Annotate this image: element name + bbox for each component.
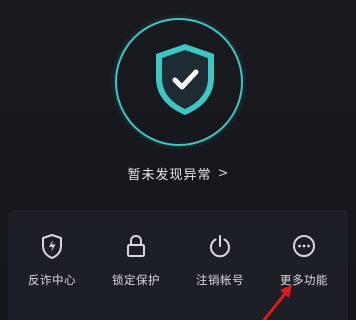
annotation-arrow-icon	[258, 284, 298, 320]
tool-label: 反诈中心	[28, 273, 76, 287]
tool-anti-fraud-center[interactable]: 反诈中心	[14, 232, 90, 288]
security-screen: 暂未发现异常 > 反诈中心 锁定保护 注销帐号 更多功能	[0, 0, 356, 320]
tools-row: 反诈中心 锁定保护 注销帐号 更多功能	[8, 232, 348, 288]
lock-icon	[122, 232, 150, 260]
more-dots-icon	[290, 232, 318, 260]
lightning-shield-icon	[38, 232, 66, 260]
tool-label: 锁定保护	[112, 273, 160, 287]
status-summary-link[interactable]: 暂未发现异常 >	[0, 163, 356, 183]
tool-cancel-account[interactable]: 注销帐号	[182, 232, 258, 288]
tool-more-functions[interactable]: 更多功能	[266, 232, 342, 288]
tool-lock-protection[interactable]: 锁定保护	[98, 232, 174, 288]
chevron-right-icon: >	[217, 165, 229, 181]
status-text: 暂未发现异常	[127, 167, 212, 183]
shield-check-icon	[150, 40, 220, 118]
power-icon	[206, 232, 234, 260]
tool-label: 注销帐号	[196, 273, 244, 287]
